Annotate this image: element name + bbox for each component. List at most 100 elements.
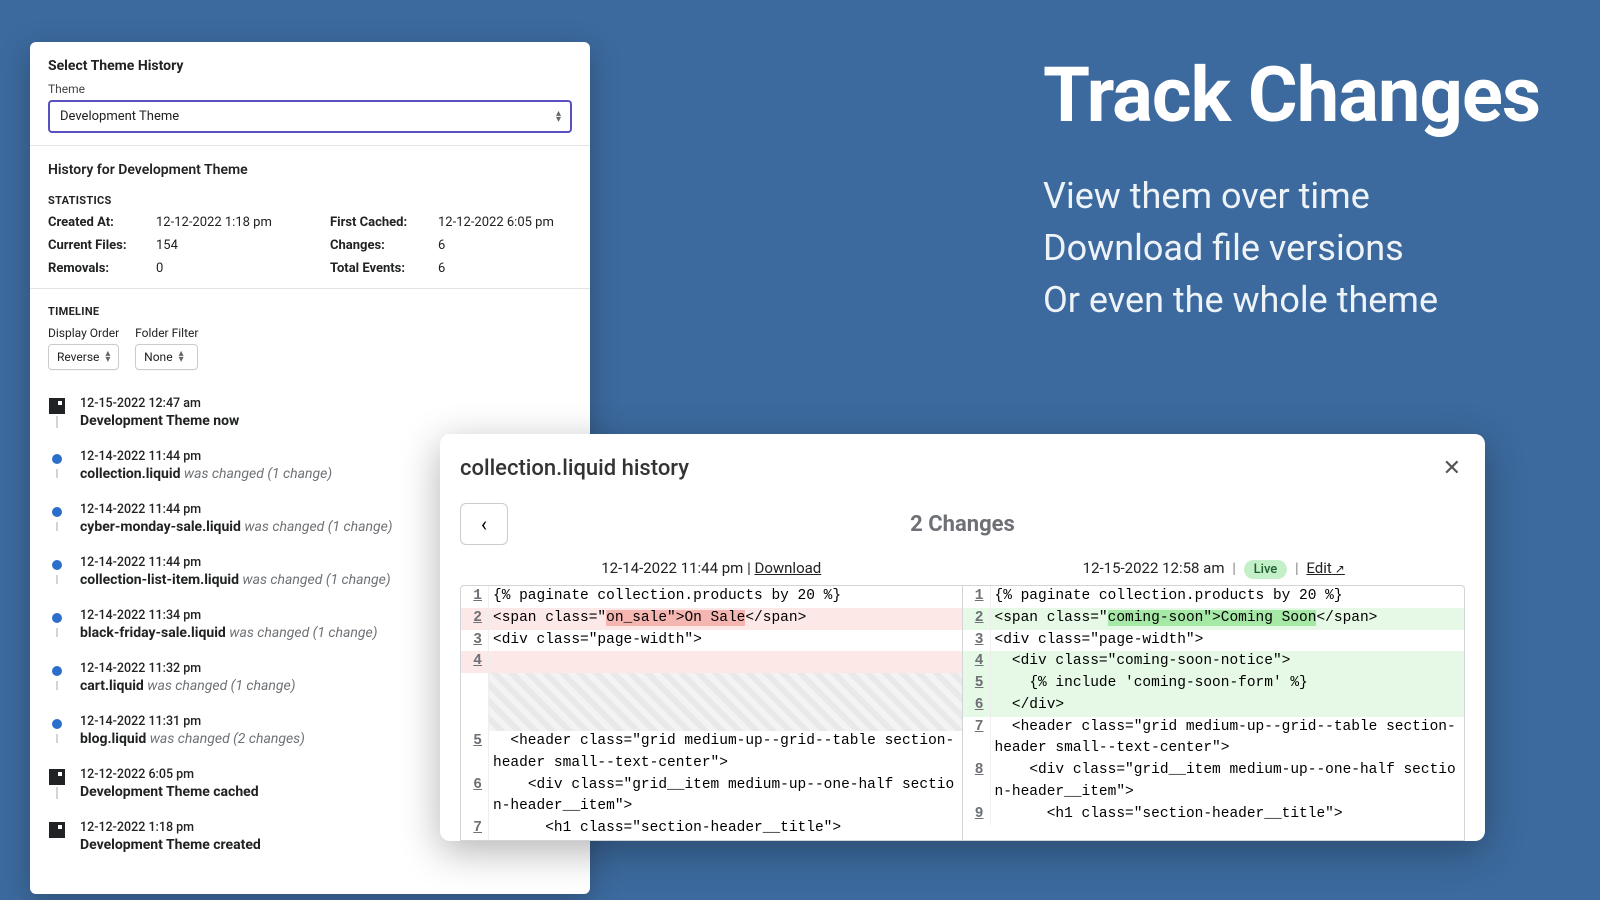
- download-link[interactable]: Download: [754, 559, 821, 577]
- code-line: 6 </div>: [963, 695, 1465, 717]
- timeline-time: 12-15-2022 12:47 am: [80, 396, 572, 411]
- code-line: 4 <div class="coming-soon-notice">: [963, 651, 1465, 673]
- line-number: 6: [461, 775, 489, 819]
- theme-select[interactable]: Development Theme: [48, 100, 572, 133]
- change-dot-icon: [52, 507, 62, 517]
- line-number: 4: [461, 651, 489, 673]
- timeline-action: was changed (1 change): [180, 466, 332, 482]
- line-number: 1: [963, 586, 991, 608]
- code-line: 1{% paginate collection.products by 20 %…: [963, 586, 1465, 608]
- timeline-action: was changed (1 change): [239, 572, 391, 588]
- line-number: 7: [461, 818, 489, 840]
- stat-value: 12-12-2022 6:05 pm: [438, 215, 554, 230]
- line-number: 1: [461, 586, 489, 608]
- code-line: 6 <div class="grid__item medium-up--one-…: [461, 775, 962, 819]
- change-dot-icon: [52, 560, 62, 570]
- code-line: 7 <h1 class="section-header__title">: [461, 818, 962, 840]
- timeline-title: Development Theme now: [80, 413, 572, 429]
- hero-line: Or even the whole theme: [1043, 274, 1540, 326]
- line-number: 3: [461, 630, 489, 652]
- change-dot-icon: [52, 454, 62, 464]
- diff-panes: 1{% paginate collection.products by 20 %…: [460, 585, 1465, 841]
- display-order-value: Reverse: [57, 350, 99, 364]
- code-line: 3<div class="page-width">: [963, 630, 1465, 652]
- stat-value: 12-12-2022 1:18 pm: [156, 215, 272, 230]
- line-number: 4: [963, 651, 991, 673]
- diff-pane-left: 1{% paginate collection.products by 20 %…: [461, 586, 963, 840]
- line-text: <div class="page-width">: [489, 630, 962, 652]
- line-text: <span class="coming-soon">Coming Soon</s…: [991, 608, 1465, 630]
- code-line: 7 <header class="grid medium-up--grid--t…: [963, 717, 1465, 761]
- line-text: {% paginate collection.products by 20 %}: [991, 586, 1465, 608]
- stat-label: Total Events:: [330, 261, 424, 276]
- change-dot-icon: [52, 613, 62, 623]
- line-number: 7: [963, 717, 991, 761]
- line-number: 2: [461, 608, 489, 630]
- code-line: 9 <h1 class="section-header__title">: [963, 804, 1465, 826]
- timeline-action: was changed (1 change): [241, 519, 393, 535]
- line-number: 5: [963, 673, 991, 695]
- change-dot-icon: [52, 666, 62, 676]
- file-history-title: collection.liquid history: [460, 456, 689, 481]
- snapshot-icon: [49, 769, 65, 785]
- hero-text: Track Changes View them over time Downlo…: [1043, 50, 1540, 327]
- change-dot-icon: [52, 719, 62, 729]
- edit-link[interactable]: Edit: [1306, 559, 1344, 577]
- line-text: <span class="on_sale">On Sale</span>: [489, 608, 962, 630]
- line-text: <div class="page-width">: [991, 630, 1465, 652]
- line-text: <h1 class="section-header__title">: [489, 818, 962, 840]
- diff-gap: [461, 673, 962, 731]
- line-text: [489, 651, 962, 673]
- file-history-dialog: collection.liquid history ✕ ‹ 2 Changes …: [440, 434, 1485, 841]
- stats-grid: Created At: 12-12-2022 1:18 pm First Cach…: [48, 215, 572, 276]
- display-order-select[interactable]: Reverse: [48, 344, 119, 370]
- line-text: </div>: [991, 695, 1465, 717]
- line-text: <header class="grid medium-up--grid--tab…: [991, 717, 1465, 761]
- select-arrows-icon: [105, 351, 109, 363]
- live-badge: Live: [1244, 560, 1288, 579]
- right-version-time: 12-15-2022 12:58 am: [1083, 559, 1225, 577]
- snapshot-icon: [49, 398, 65, 414]
- line-text: {% paginate collection.products by 20 %}: [489, 586, 962, 608]
- statistics-heading: STATISTICS: [48, 194, 572, 207]
- snapshot-icon: [49, 822, 65, 838]
- stat-value: 0: [156, 261, 163, 276]
- diff-pane-right: 1{% paginate collection.products by 20 %…: [963, 586, 1465, 840]
- back-button[interactable]: ‹: [460, 503, 508, 545]
- code-line: 8 <div class="grid__item medium-up--one-…: [963, 760, 1465, 804]
- close-icon[interactable]: ✕: [1439, 452, 1465, 485]
- theme-select-value: Development Theme: [60, 109, 179, 124]
- code-line: 3<div class="page-width">: [461, 630, 962, 652]
- line-text: <div class="coming-soon-notice">: [991, 651, 1465, 673]
- stat-value: 6: [438, 261, 445, 276]
- line-number: 6: [963, 695, 991, 717]
- timeline-action: was changed (2 changes): [146, 731, 305, 747]
- stat-label: First Cached:: [330, 215, 424, 230]
- folder-filter-value: None: [144, 350, 172, 364]
- timeline-action: was changed (1 change): [144, 678, 296, 694]
- line-number: 3: [963, 630, 991, 652]
- hero-line: View them over time: [1043, 170, 1540, 222]
- select-arrows-icon: [556, 111, 560, 123]
- line-text: <header class="grid medium-up--grid--tab…: [489, 731, 962, 775]
- stat-label: Current Files:: [48, 238, 142, 253]
- left-version-time: 12-14-2022 11:44 pm: [601, 559, 743, 577]
- stat-label: Changes:: [330, 238, 424, 253]
- folder-filter-select[interactable]: None: [135, 344, 198, 370]
- code-line: 1{% paginate collection.products by 20 %…: [461, 586, 962, 608]
- changes-count-heading: 2 Changes: [526, 512, 1399, 537]
- history-for-heading: History for Development Theme: [48, 162, 572, 178]
- hero-title: Track Changes: [1043, 50, 1540, 140]
- line-number: 5: [461, 731, 489, 775]
- code-line: 5 <header class="grid medium-up--grid--t…: [461, 731, 962, 775]
- code-line: 4: [461, 651, 962, 673]
- timeline-action: was changed (1 change): [226, 625, 378, 641]
- hero-line: Download file versions: [1043, 222, 1540, 274]
- select-arrows-icon: [179, 351, 183, 363]
- theme-label: Theme: [48, 82, 572, 96]
- line-number: 8: [963, 760, 991, 804]
- stat-label: Created At:: [48, 215, 142, 230]
- timeline-item[interactable]: 12-15-2022 12:47 am Development Theme now: [48, 386, 572, 439]
- line-text: <div class="grid__item medium-up--one-ha…: [991, 760, 1465, 804]
- code-line: 2<span class="coming-soon">Coming Soon</…: [963, 608, 1465, 630]
